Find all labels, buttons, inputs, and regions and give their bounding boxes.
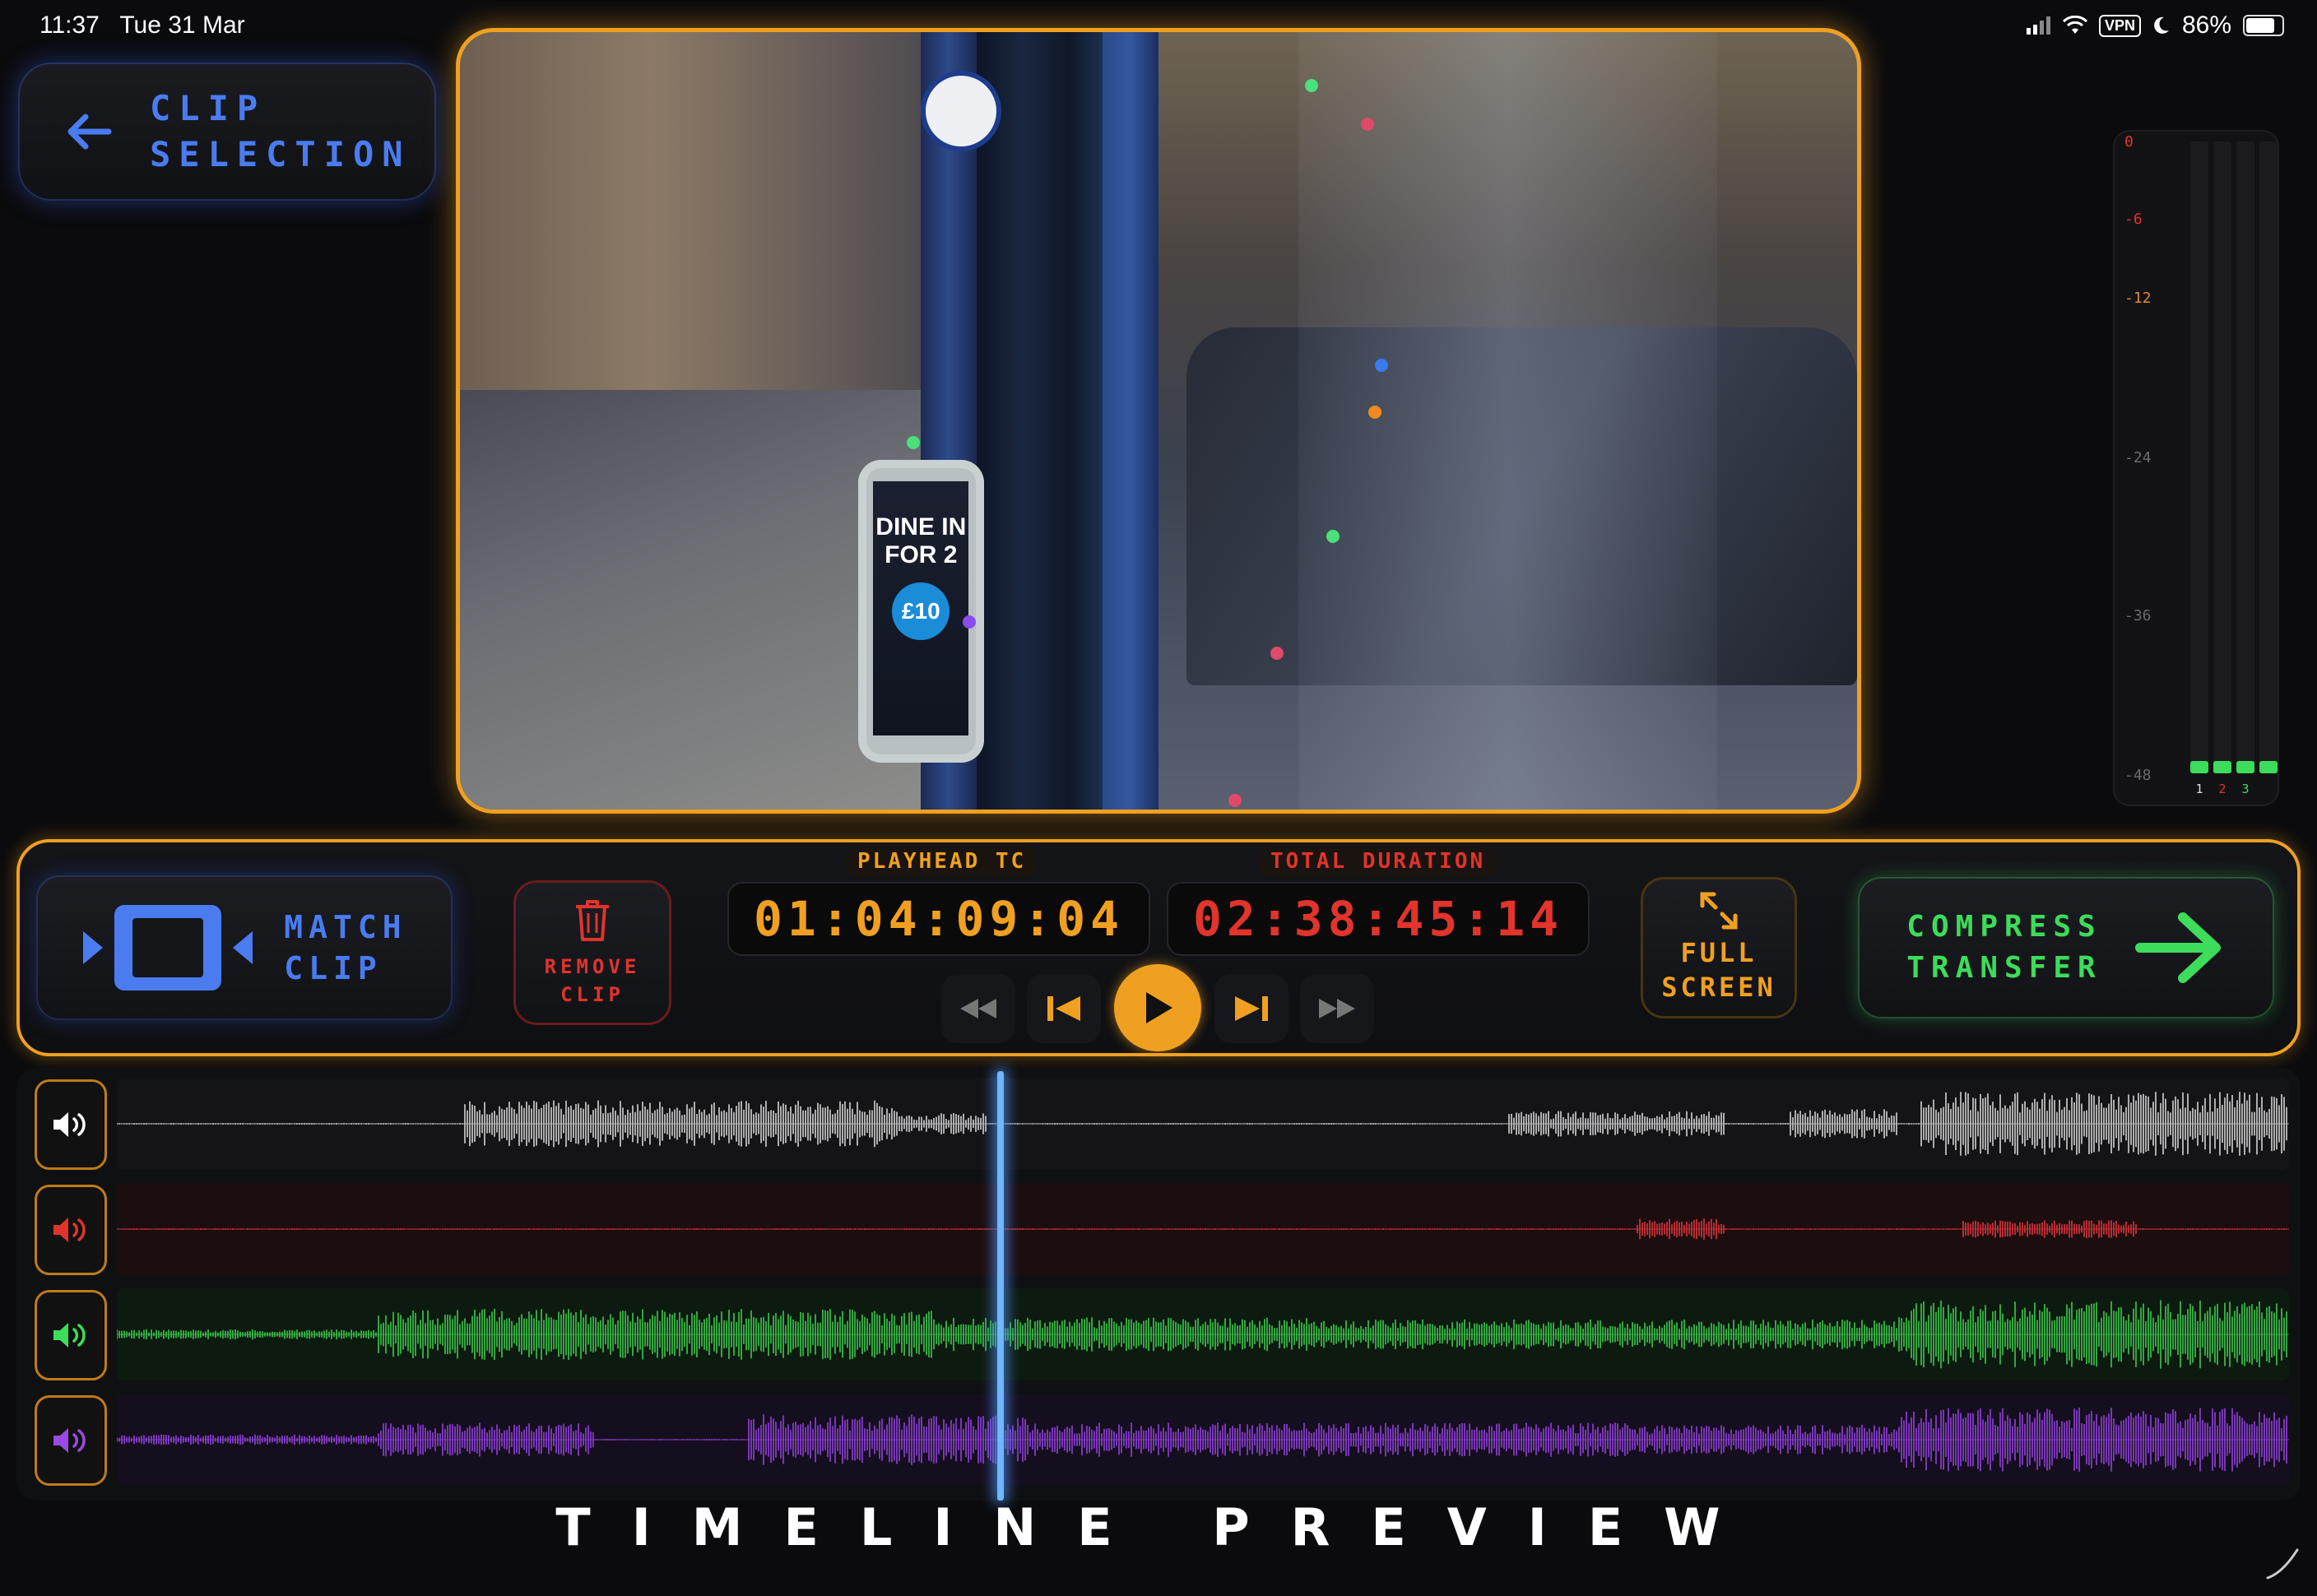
play-icon <box>1146 992 1172 1023</box>
meter-scale-label: -6 <box>2124 211 2143 228</box>
waveform-graphic <box>117 1218 2289 1240</box>
meter-channel-level <box>2190 760 2208 773</box>
meter-scale-label: -12 <box>2124 290 2152 307</box>
video-shop-sign <box>921 71 1002 152</box>
timeline-playhead[interactable] <box>997 1071 1005 1501</box>
match-clip-icon <box>83 905 253 991</box>
vpn-badge: VPN <box>2098 14 2141 37</box>
speaker-icon <box>53 1218 86 1242</box>
rewind-button[interactable] <box>941 974 1015 1043</box>
meter-channel <box>2259 142 2278 773</box>
video-bokeh-light <box>1326 529 1340 543</box>
arrow-right-icon <box>2134 912 2221 983</box>
clip-selection-button[interactable]: CLIP SELECTION <box>18 63 436 201</box>
skip-forward-icon <box>1235 996 1268 1021</box>
meter-channel-level <box>2259 760 2278 773</box>
waveform-graphic <box>117 1092 2289 1156</box>
playhead-tc-title: PLAYHEAD TC <box>846 846 1038 877</box>
meter-channel <box>2213 142 2231 773</box>
speaker-icon <box>53 1323 86 1348</box>
track-3-mute-button[interactable] <box>35 1290 107 1380</box>
meter-scale-label: 0 <box>2124 133 2134 151</box>
cellular-icon <box>2026 16 2050 35</box>
moon-icon <box>2154 16 2169 34</box>
video-pillar <box>1103 32 1158 810</box>
playhead-timecode: 01:04:09:04 <box>727 882 1150 956</box>
trash-icon <box>576 900 609 941</box>
track-3-waveform[interactable] <box>117 1288 2289 1380</box>
fast-forward-icon <box>1319 999 1355 1018</box>
meter-channel-level <box>2213 760 2231 773</box>
skip-back-button[interactable] <box>1027 974 1101 1043</box>
track-2-mute-button[interactable] <box>35 1185 107 1275</box>
video-bokeh-light <box>963 615 977 629</box>
track-1-mute-button[interactable] <box>35 1079 107 1170</box>
total-duration-timecode: 02:38:45:14 <box>1167 882 1590 956</box>
track-2-waveform[interactable] <box>117 1183 2289 1275</box>
video-poster-board: DINE IN FOR 2 £10 <box>857 459 984 763</box>
poster-price: £10 <box>892 582 950 641</box>
battery-percent: 86% <box>2181 12 2231 39</box>
skip-back-icon <box>1047 996 1080 1021</box>
total-duration-title: TOTAL DURATION <box>1259 846 1497 877</box>
pencil-mark-icon <box>2266 1548 2299 1580</box>
meter-channel-label: 2 <box>2218 782 2226 796</box>
remove-clip-button[interactable]: REMOVE CLIP <box>513 880 671 1025</box>
status-clock: 11:37 <box>39 12 100 39</box>
match-clip-button[interactable]: MATCH CLIP <box>36 875 453 1020</box>
compress-transfer-label: COMPRESS TRANSFER <box>1906 910 2102 985</box>
poster-title: DINE IN FOR 2 <box>875 513 967 569</box>
video-bokeh-light <box>1228 794 1242 808</box>
meter-channel-level <box>2236 760 2254 773</box>
play-button[interactable] <box>1114 964 1201 1051</box>
waveform-graphic <box>117 1408 2289 1472</box>
full-screen-button[interactable]: FULL SCREEN <box>1641 877 1797 1018</box>
rewind-icon <box>960 999 996 1018</box>
remove-clip-label: REMOVE CLIP <box>544 955 641 1006</box>
full-screen-label: FULL SCREEN <box>1661 937 1776 1003</box>
track-4-waveform[interactable] <box>117 1394 2289 1486</box>
meter-scale-label: -36 <box>2124 607 2152 624</box>
track-1-waveform[interactable] <box>117 1078 2289 1170</box>
video-bokeh-light <box>1270 646 1284 660</box>
clip-selection-label: CLIP SELECTION <box>150 88 411 174</box>
meter-channel <box>2236 142 2254 773</box>
waveform-graphic <box>117 1300 2289 1369</box>
meter-scale-label: -48 <box>2124 767 2152 784</box>
audio-level-meter: 0 -6 -12 -24 -36 -48 1 2 3 <box>2113 130 2279 806</box>
video-bokeh-light <box>1375 358 1389 372</box>
status-time: 11:37 Tue 31 Mar <box>39 12 245 39</box>
status-indicators: VPN 86% <box>2026 12 2284 39</box>
expand-icon <box>1700 892 1738 930</box>
video-bokeh-light <box>1305 78 1319 92</box>
speaker-icon <box>53 1112 86 1137</box>
video-preview[interactable]: DINE IN FOR 2 £10 <box>456 28 1861 814</box>
match-clip-label: MATCH CLIP <box>284 909 407 986</box>
battery-icon <box>2243 15 2284 36</box>
status-date: Tue 31 Mar <box>119 12 245 39</box>
wifi-icon <box>2062 16 2087 34</box>
battery-fill <box>2246 18 2275 33</box>
video-bokeh-light <box>1367 405 1381 419</box>
compress-transfer-button[interactable]: COMPRESS TRANSFER <box>1858 877 2274 1018</box>
track-4-mute-button[interactable] <box>35 1395 107 1486</box>
skip-forward-button[interactable] <box>1214 974 1289 1043</box>
timeline-title: TIMELINE PREVIEW <box>555 1497 1762 1557</box>
meter-scale-label: -24 <box>2124 449 2152 466</box>
video-poster: DINE IN FOR 2 £10 <box>873 480 969 736</box>
meter-channel-label: 1 <box>2195 782 2203 796</box>
meter-channel <box>2190 142 2208 773</box>
meter-channel-label: 3 <box>2241 782 2250 796</box>
speaker-icon <box>53 1428 86 1453</box>
arrow-left-icon <box>67 114 112 150</box>
fast-forward-button[interactable] <box>1300 974 1374 1043</box>
video-glass-reflection <box>1298 32 1718 810</box>
